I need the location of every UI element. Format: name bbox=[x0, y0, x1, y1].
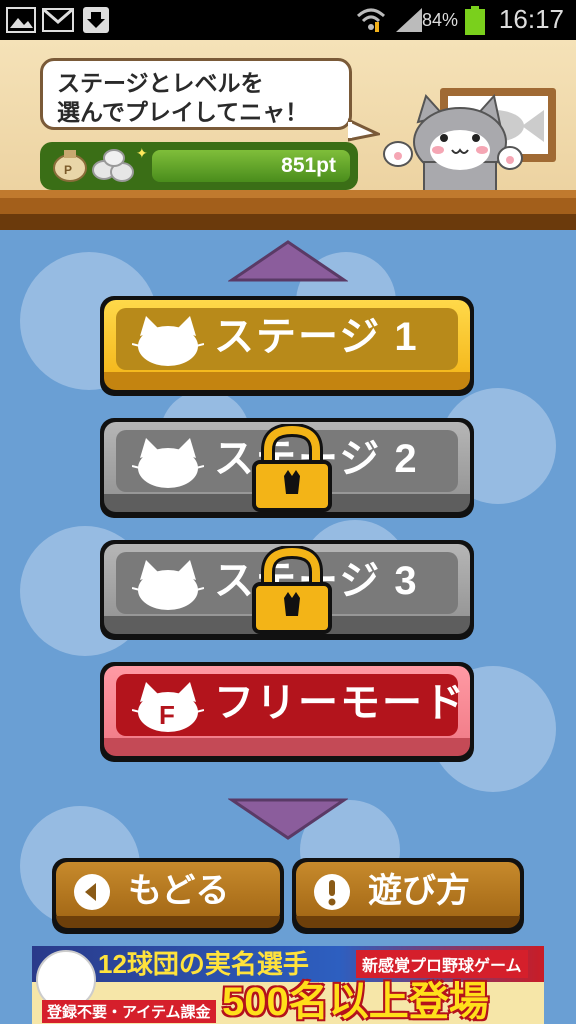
ad-title: 12球団の実名選手 bbox=[98, 949, 309, 979]
points-meter: P ✦ 851pt bbox=[40, 142, 358, 190]
cat-face-icon bbox=[132, 438, 204, 488]
free-mode-button[interactable]: F フリーモード bbox=[100, 662, 474, 762]
back-label: もどる bbox=[128, 872, 230, 910]
ad-note: 登録不要・アイテム課金 bbox=[42, 1000, 216, 1023]
padlock-icon bbox=[252, 424, 332, 512]
scroll-down-arrow[interactable] bbox=[228, 792, 348, 842]
back-arrow-icon bbox=[74, 874, 110, 910]
stage-1-button[interactable]: ステージ 1 bbox=[100, 296, 474, 396]
coin-bag-icon: P ✦ bbox=[53, 146, 148, 182]
points-value: 851pt bbox=[281, 154, 336, 177]
speech-line-2: 選んでプレイしてニャ！ bbox=[57, 99, 309, 125]
battery-icon bbox=[465, 6, 485, 35]
cat-face-icon bbox=[132, 560, 204, 610]
gray-cat-mascot bbox=[383, 93, 523, 200]
gmail-icon bbox=[42, 7, 74, 32]
clock: 16:17 bbox=[498, 4, 564, 34]
padlock-icon bbox=[252, 546, 332, 634]
svg-text:✦: ✦ bbox=[136, 146, 148, 162]
header-area: ステージとレベルを 選んでプレイしてニャ！ P ✦ 851pt bbox=[0, 40, 576, 200]
points-bar: 851pt bbox=[152, 150, 350, 182]
battery-percent: 84% bbox=[421, 10, 458, 30]
wifi-icon bbox=[356, 8, 386, 32]
svg-text:P: P bbox=[64, 163, 72, 177]
how-to-play-label: 遊び方 bbox=[368, 872, 470, 910]
back-button[interactable]: もどる bbox=[52, 858, 284, 934]
free-mode-icon-letter: F bbox=[159, 700, 175, 730]
speech-bubble: ステージとレベルを 選んでプレイしてニャ！ bbox=[40, 58, 352, 130]
cat-face-f-icon: F bbox=[132, 682, 204, 732]
cat-face-icon bbox=[132, 316, 204, 366]
exclamation-icon bbox=[314, 874, 350, 910]
image-icon bbox=[6, 7, 36, 33]
ad-headline: 500名以上登場 bbox=[222, 980, 489, 1024]
signal-icon bbox=[396, 8, 422, 32]
free-mode-label: フリーモード bbox=[214, 681, 466, 725]
ad-subtitle: 新感覚プロ野球ゲーム bbox=[356, 950, 528, 978]
how-to-play-button[interactable]: 遊び方 bbox=[292, 858, 524, 934]
wooden-shelf bbox=[0, 190, 576, 230]
stage-1-label: ステージ 1 bbox=[214, 315, 419, 359]
download-icon bbox=[83, 7, 109, 33]
ad-banner[interactable]: 12球団の実名選手 新感覚プロ野球ゲーム 登録不要・アイテム課金 500名以上登… bbox=[32, 946, 544, 1024]
speech-line-1: ステージとレベルを bbox=[57, 70, 264, 96]
scroll-up-arrow[interactable] bbox=[228, 238, 348, 288]
status-bar: 84% 16:17 bbox=[0, 0, 576, 40]
